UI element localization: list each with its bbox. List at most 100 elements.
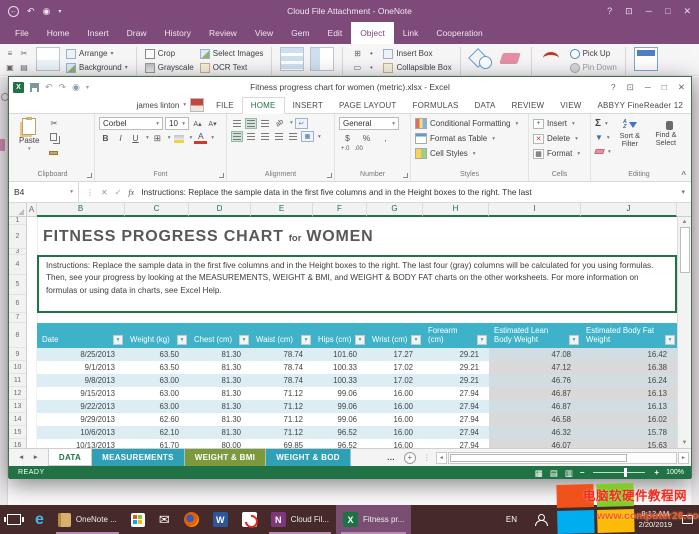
show-hidden-icons-chevron[interactable]: ^ <box>557 515 562 525</box>
column-header[interactable]: J <box>581 203 677 217</box>
touch-mode-icon[interactable]: ◉ <box>43 6 51 17</box>
qat-dropdown-icon[interactable]: ▾ <box>58 8 61 15</box>
enter-icon[interactable]: ✓ <box>115 188 122 197</box>
cell-wrist[interactable]: 17.27 <box>367 348 423 361</box>
cell-date[interactable]: 9/15/2013 <box>37 387 125 400</box>
worksheet-grid[interactable]: 12345678 FITNESS PROGRESS CHART for WOME… <box>9 217 691 448</box>
table-header-cell[interactable]: Forearm (cm) ▾ <box>423 323 489 348</box>
column-header[interactable]: G <box>367 203 423 217</box>
cell-chest[interactable]: 81.30 <box>189 426 251 439</box>
italic-button[interactable]: I <box>114 132 127 144</box>
table-header-cell[interactable]: Wrist (cm) ▾ <box>367 323 423 348</box>
row-header[interactable]: 5 <box>9 275 27 295</box>
new-sheet-button[interactable]: + <box>404 452 416 464</box>
fill-down-icon[interactable]: ▼ <box>595 133 603 142</box>
crop-button[interactable]: Crop <box>145 47 194 60</box>
table-header-cell[interactable]: Weight (kg) ▾ <box>125 323 189 348</box>
filter-button[interactable]: ▾ <box>301 335 311 345</box>
row-header[interactable]: 7 <box>9 313 27 323</box>
cell-date[interactable]: 8/25/2013 <box>37 348 125 361</box>
cell-hips[interactable]: 101.60 <box>313 348 367 361</box>
percent-icon[interactable]: % <box>360 132 373 144</box>
sheet-tab[interactable]: WEIGHT & BOD <box>266 449 351 466</box>
cell-hips[interactable]: 100.33 <box>313 374 367 387</box>
instructions-cell[interactable]: Instructions: Replace the sample data in… <box>37 255 677 313</box>
cell-waist[interactable]: 71.12 <box>251 413 313 426</box>
cell-chest[interactable]: 80.00 <box>189 439 251 448</box>
filter-button[interactable]: ▾ <box>113 335 123 345</box>
currency-icon[interactable]: $ <box>341 132 354 144</box>
cell-styles-button[interactable]: Cell Styles▾ <box>415 147 524 160</box>
cell-column-a[interactable] <box>27 426 37 439</box>
table-header-cell[interactable]: Chest (cm) ▾ <box>189 323 251 348</box>
window-tool-icon[interactable] <box>634 47 658 71</box>
excel-tab[interactable]: VIEW <box>552 97 589 113</box>
name-box[interactable]: B4▾ <box>9 182 79 202</box>
comma-icon[interactable]: , <box>379 132 392 144</box>
format-as-table-button[interactable]: Format as Table▾ <box>415 132 524 145</box>
cell-wrist[interactable]: 16.00 <box>367 426 423 439</box>
eraser-icon[interactable] <box>499 47 523 71</box>
horizontal-scroll-thumb[interactable] <box>450 454 627 462</box>
touch-mode-icon[interactable]: ◉ <box>72 82 80 93</box>
row-header[interactable]: 2 <box>9 225 27 249</box>
onenote-close-button[interactable]: ✕ <box>683 6 691 17</box>
excel-minimize-button[interactable]: ─ <box>645 82 651 93</box>
sheet-overflow[interactable]: … <box>382 449 400 466</box>
zoom-level[interactable]: 100% <box>666 469 684 476</box>
column-header[interactable]: I <box>489 203 581 217</box>
cell-date[interactable]: 9/8/2013 <box>37 374 125 387</box>
align-center-icon[interactable] <box>245 131 257 142</box>
taskbar-store-button[interactable] <box>124 505 152 534</box>
cell-forearm[interactable]: 29.21 <box>423 374 489 387</box>
decrease-indent-icon[interactable] <box>273 131 285 142</box>
onenote-help-button[interactable]: ? <box>607 6 612 17</box>
format-cells-button[interactable]: ▦Format▾ <box>533 147 586 160</box>
cell-chest[interactable]: 81.30 <box>189 400 251 413</box>
row-header[interactable]: 12 <box>9 387 27 400</box>
row-header[interactable]: 11 <box>9 374 27 387</box>
sheet-tab[interactable]: DATA <box>48 449 92 466</box>
cell-waist[interactable]: 78.74 <box>251 361 313 374</box>
row-header[interactable]: 4 <box>9 255 27 275</box>
autosum-icon[interactable]: Σ <box>595 118 601 129</box>
cell-date[interactable]: 9/29/2013 <box>37 413 125 426</box>
conditional-formatting-button[interactable]: Conditional Formatting▾ <box>415 117 524 130</box>
taskbar-word-button[interactable]: W <box>206 505 235 534</box>
increase-indent-icon[interactable] <box>287 131 299 142</box>
cell-hips[interactable]: 100.33 <box>313 361 367 374</box>
format-painter-icon[interactable] <box>49 151 58 155</box>
input-language[interactable]: ENG <box>595 515 628 524</box>
fill-color-icon[interactable] <box>174 135 184 143</box>
expand-icon[interactable]: ⊞ <box>351 47 363 59</box>
align-bottom-icon[interactable] <box>259 118 271 129</box>
cell-waist[interactable]: 71.12 <box>251 387 313 400</box>
underline-button[interactable]: U <box>129 132 142 144</box>
paste-button[interactable]: Paste ▾ <box>15 117 43 170</box>
cell-forearm[interactable]: 29.21 <box>423 348 489 361</box>
find-select-button[interactable]: Find & Select <box>649 117 683 170</box>
cell-weight[interactable]: 63.50 <box>125 348 189 361</box>
align-right-icon[interactable] <box>259 131 271 142</box>
sheet-tab[interactable]: WEIGHT & BMI <box>185 449 266 466</box>
ocr-text-button[interactable]: OCR Text <box>200 61 264 74</box>
excel-tab[interactable]: FILE <box>208 97 242 113</box>
undo-icon[interactable]: ↶ <box>45 82 53 93</box>
cell-hips[interactable]: 99.06 <box>313 400 367 413</box>
excel-tab[interactable]: PAGE LAYOUT <box>331 97 404 113</box>
cell-wrist[interactable]: 16.00 <box>367 439 423 448</box>
insert-cells-button[interactable]: +Insert▾ <box>533 117 586 130</box>
zoom-out-icon[interactable]: − <box>580 468 585 477</box>
cell-lean-body-weight[interactable]: 46.32 <box>489 426 581 439</box>
decrease-decimal-icon[interactable]: .00 <box>355 146 363 152</box>
cell-column-a[interactable] <box>27 400 37 413</box>
wrap-text-icon[interactable]: ↩ <box>295 118 308 129</box>
redo-icon[interactable]: ↷ <box>59 82 67 93</box>
cell-date[interactable]: 9/1/2013 <box>37 361 125 374</box>
merge-center-icon[interactable]: ▦ <box>301 131 314 142</box>
taskbar-acrobat-button[interactable] <box>235 505 264 534</box>
alignment-dialog-launcher-icon[interactable] <box>327 173 332 178</box>
cell-hips[interactable]: 96.52 <box>313 426 367 439</box>
filter-button[interactable]: ▾ <box>355 335 365 345</box>
page-layout-view-icon[interactable]: ▤ <box>550 468 558 478</box>
